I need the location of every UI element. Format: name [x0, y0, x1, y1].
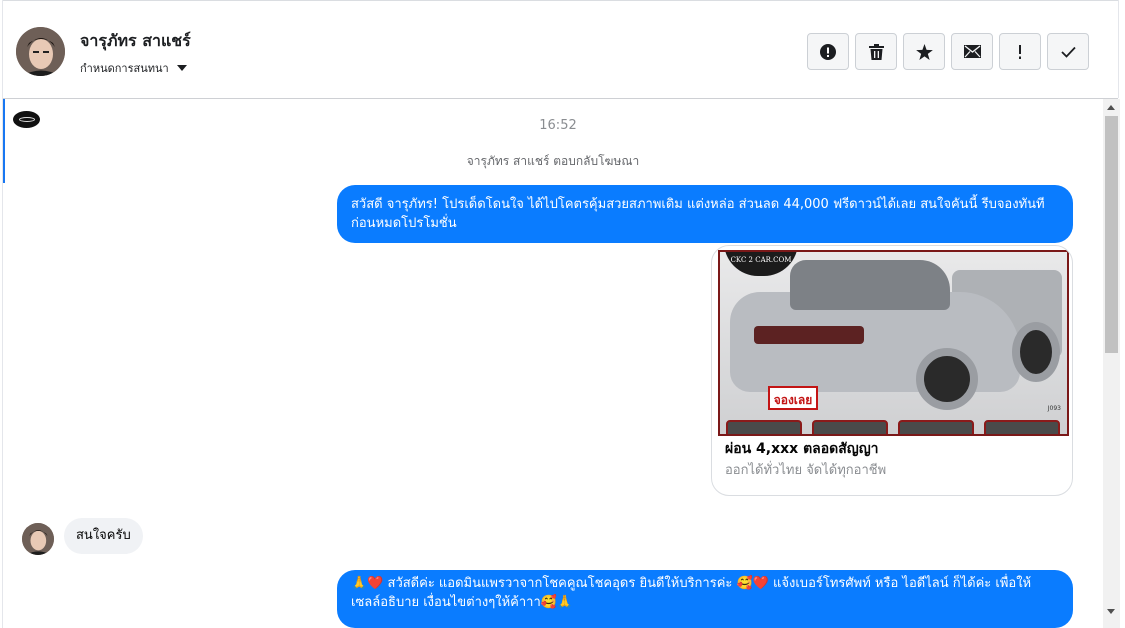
trash-icon — [868, 43, 884, 60]
contact-name[interactable]: จารุภัทร สาแชร์ — [80, 29, 191, 54]
car-grill-shape — [754, 326, 864, 344]
car-wheel-icon — [1012, 322, 1060, 382]
ad-image: CKC 2 CAR.COM จองเลย J093 — [718, 250, 1069, 436]
book-now-badge: จองเลย — [768, 386, 818, 410]
ad-card[interactable]: CKC 2 CAR.COM จองเลย J093 ผ่อน 4,xxx ตลอ… — [711, 245, 1073, 496]
image-code: J093 — [1047, 405, 1061, 412]
done-button[interactable] — [1047, 33, 1089, 70]
delete-button[interactable] — [855, 33, 897, 70]
envelope-icon — [963, 45, 981, 58]
conversation-settings-label: กำหนดการสนทนา — [80, 62, 169, 75]
scroll-up-arrow-icon[interactable] — [1107, 105, 1115, 110]
spam-button[interactable] — [999, 33, 1041, 70]
conversation-toolbar — [807, 33, 1089, 70]
car-wheel-icon — [916, 348, 978, 410]
message-text: สวัสดี จารุภัทร! โปรเด็ดโดนใจ ได้ไปโคตรค… — [351, 197, 1045, 231]
scrollbar[interactable] — [1103, 99, 1120, 628]
mark-unread-button[interactable] — [951, 33, 993, 70]
dealer-logo: CKC 2 CAR.COM — [724, 252, 798, 276]
thumbnail-strip — [726, 420, 1066, 434]
caret-down-icon — [176, 65, 187, 71]
car-cab-shape — [790, 260, 950, 310]
checkmark-icon — [1060, 46, 1076, 58]
exclamation-icon — [1019, 44, 1021, 59]
conversation-settings-dropdown[interactable]: กำหนดการสนทนา — [80, 59, 187, 77]
sender-avatar — [22, 523, 54, 555]
right-border — [1118, 0, 1119, 98]
contact-avatar[interactable] — [16, 27, 65, 76]
scroll-down-arrow-icon[interactable] — [1107, 609, 1115, 614]
star-button[interactable] — [903, 33, 945, 70]
messenger-window: จารุภัทร สาแชร์ กำหนดการสนทนา 16:52 จารุ… — [0, 0, 1125, 628]
ad-reply-note: จารุภัทร สาแชร์ ตอบกลับโฆษณา — [466, 154, 640, 168]
scrollbar-thumb[interactable] — [1105, 116, 1118, 353]
message-timestamp: 16:52 — [539, 118, 577, 133]
message-text: 🙏❤️ สวัสดีค่ะ แอดมินแพรวาจากโชคคูณโชคอุด… — [351, 576, 1032, 610]
star-icon — [915, 43, 933, 60]
outgoing-message[interactable]: สวัสดี จารุภัทร! โปรเด็ดโดนใจ ได้ไปโคตรค… — [337, 185, 1073, 243]
report-button[interactable] — [807, 33, 849, 70]
outgoing-message[interactable]: 🙏❤️ สวัสดีค่ะ แอดมินแพรวาจากโชคคูณโชคอุด… — [337, 570, 1073, 628]
alert-circle-icon — [820, 43, 836, 60]
incoming-message[interactable]: สนใจครับ — [64, 518, 143, 554]
ad-card-subtitle: ออกได้ทั่วไทย จัดได้ทุกอาชีพ — [725, 463, 887, 478]
ad-card-title: ผ่อน 4,xxx ตลอดสัญญา — [725, 441, 879, 457]
message-thread: 16:52 จารุภัทร สาแชร์ ตอบกลับโฆษณา สวัสด… — [3, 99, 1103, 628]
conversation-header: จารุภัทร สาแชร์ กำหนดการสนทนา — [3, 0, 1118, 99]
